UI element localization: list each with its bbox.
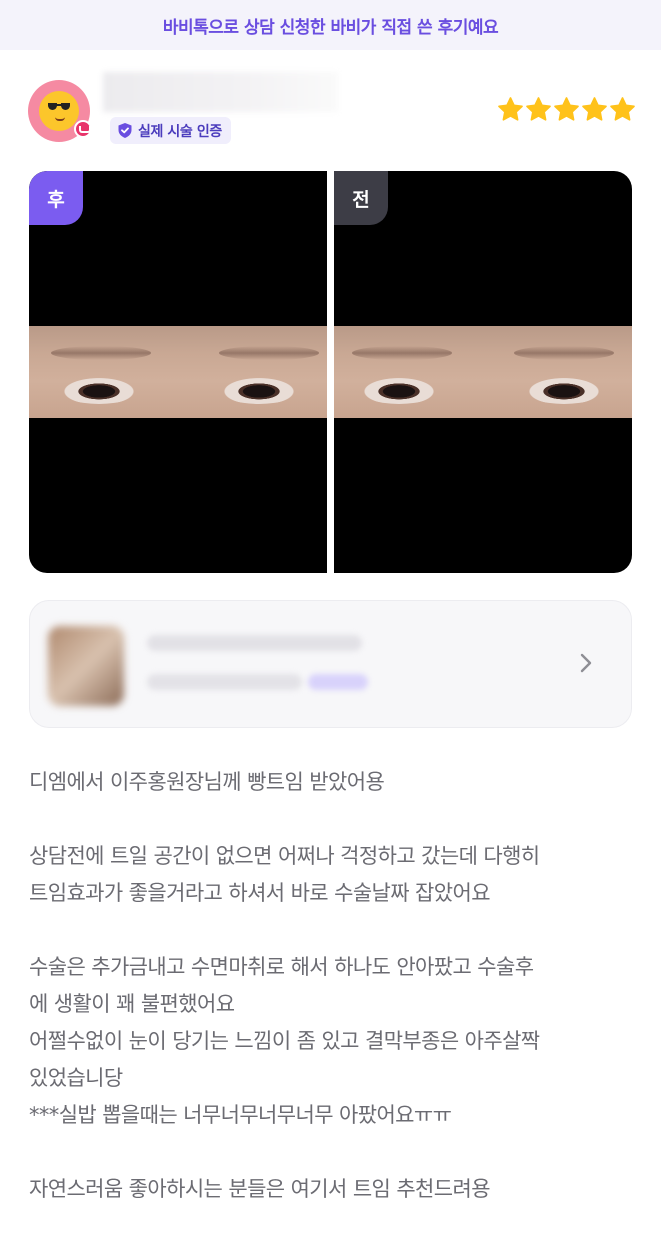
- review-source-banner: 바비톡으로 상담 신청한 바비가 직접 쓴 후기예요: [0, 0, 661, 50]
- product-thumbnail-blurred: [48, 626, 124, 706]
- review-body: 디엠에서 이주홍원장님께 빵트임 받았어용 상담전에 트일 공간이 없으면 어쩌…: [29, 764, 639, 1208]
- before-photo[interactable]: 전: [334, 171, 632, 573]
- review-paragraph-1: 디엠에서 이주홍원장님께 빵트임 받았어용: [29, 770, 385, 794]
- verified-label: 실제 시술 인증: [138, 123, 222, 140]
- sunglasses-emoji-icon: [39, 91, 79, 131]
- star-icon: [554, 97, 579, 121]
- verified-treatment-badge: 실제 시술 인증: [110, 117, 231, 144]
- star-icon: [526, 97, 551, 121]
- crown-badge-icon: [74, 120, 92, 138]
- related-product-card[interactable]: [29, 600, 632, 728]
- chevron-right-icon[interactable]: [578, 651, 594, 675]
- after-tag: 후: [29, 171, 83, 225]
- username-blurred: [103, 72, 338, 112]
- shield-check-icon: [118, 123, 132, 138]
- before-tag: 전: [334, 171, 388, 225]
- product-title-blurred: [147, 635, 362, 651]
- product-info-blurred: [147, 674, 302, 690]
- product-price-blurred: [308, 674, 368, 690]
- star-icon: [582, 97, 607, 121]
- review-paragraph-3: 수술은 추가금내고 수면마취로 해서 하나도 안아팠고 수술후 에 생활이 꽤 …: [29, 955, 540, 1127]
- star-icon: [498, 97, 523, 121]
- user-avatar[interactable]: [28, 80, 92, 142]
- review-paragraph-2: 상담전에 트일 공간이 없으면 어쩌나 걱정하고 갔는데 다행히 트임효과가 좋…: [29, 844, 540, 905]
- review-paragraph-4: 자연스러움 좋아하시는 분들은 여기서 트임 추천드려용: [29, 1177, 491, 1201]
- after-photo[interactable]: 후: [29, 171, 327, 573]
- rating-stars: [497, 96, 636, 123]
- banner-text: 바비톡으로 상담 신청한 바비가 직접 쓴 후기예요: [162, 17, 499, 38]
- star-icon: [610, 97, 635, 121]
